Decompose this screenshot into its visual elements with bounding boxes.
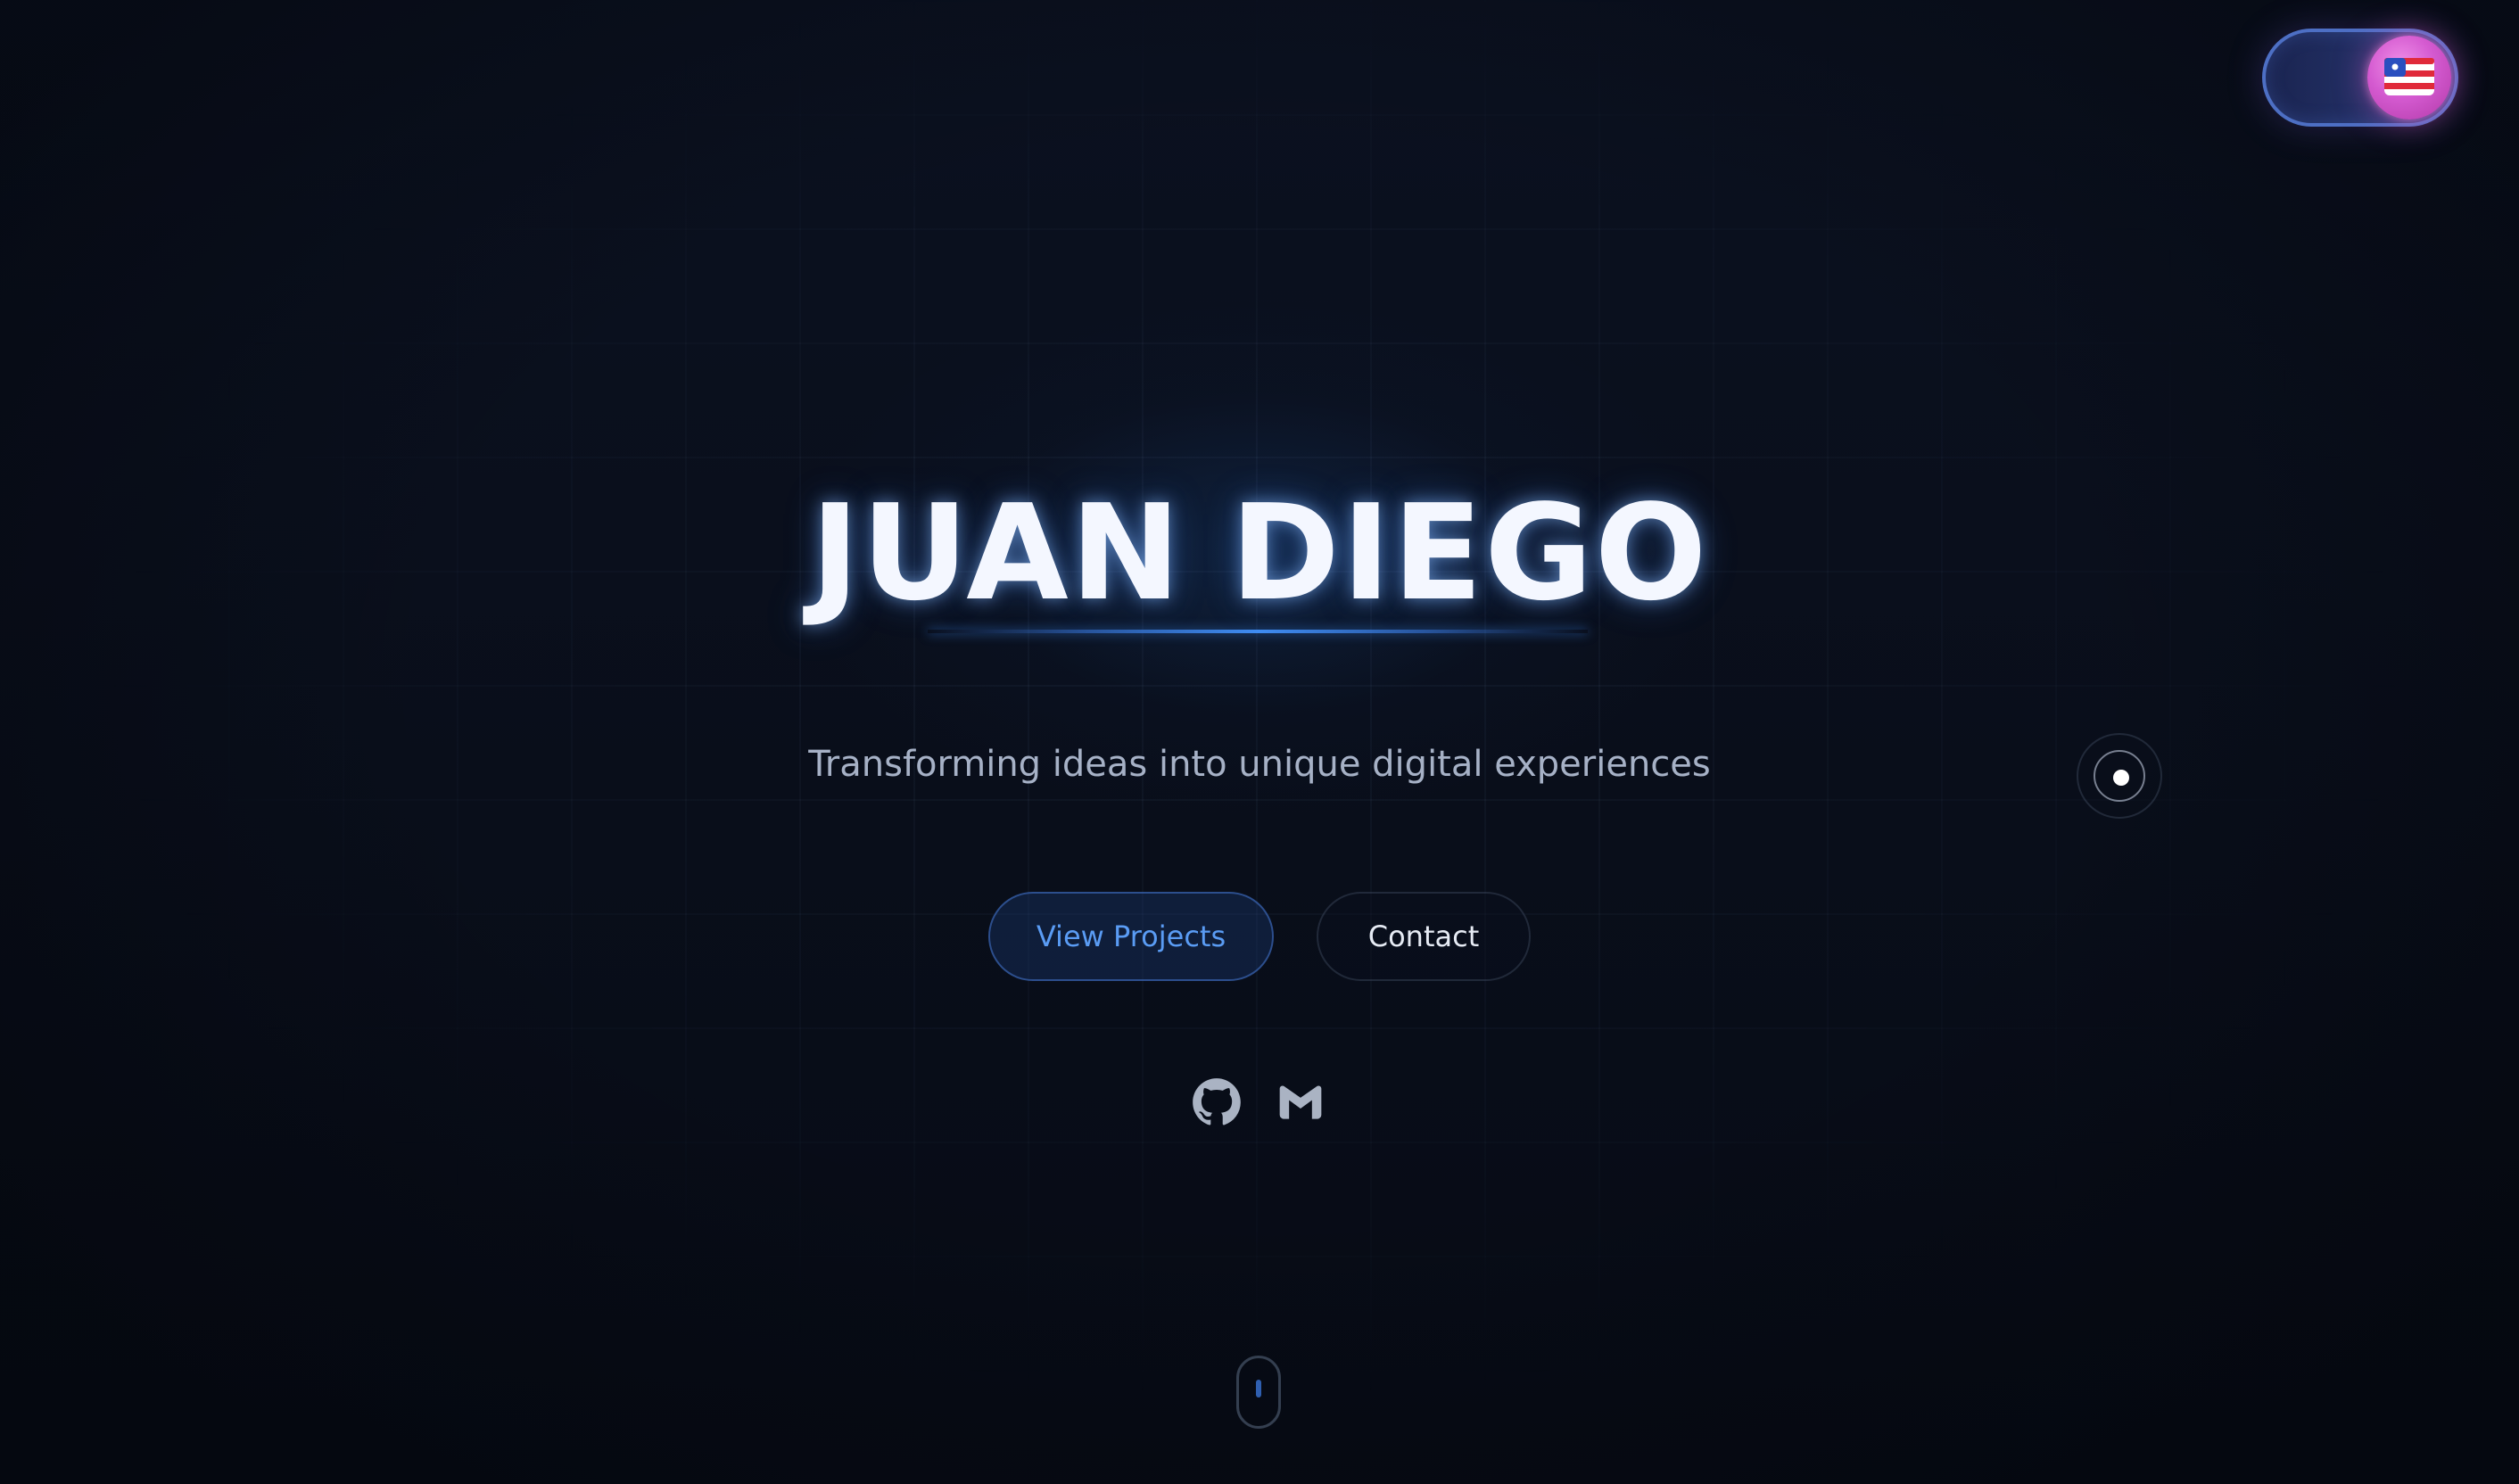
language-toggle[interactable] [2262, 29, 2458, 127]
contact-button[interactable]: Contact [1317, 892, 1531, 981]
title-underline [928, 630, 1588, 633]
view-projects-button[interactable]: View Projects [988, 892, 1274, 981]
hero-title: JUAN DIEGO [810, 476, 1709, 630]
cursor-target-icon [2077, 733, 2162, 819]
github-link[interactable] [1192, 1077, 1242, 1127]
us-flag-icon [2384, 58, 2434, 95]
target-dot [2113, 770, 2129, 786]
language-toggle-knob [2367, 36, 2451, 120]
mouse-scroll-icon [1256, 1380, 1261, 1397]
contact-label: Contact [1367, 919, 1480, 953]
gmail-link[interactable] [1276, 1077, 1326, 1127]
github-icon [1193, 1078, 1241, 1125]
target-inner-ring [2094, 750, 2145, 802]
gmail-icon [1279, 1085, 1322, 1119]
scroll-down-indicator[interactable] [1236, 1356, 1281, 1429]
view-projects-label: View Projects [1036, 919, 1226, 953]
